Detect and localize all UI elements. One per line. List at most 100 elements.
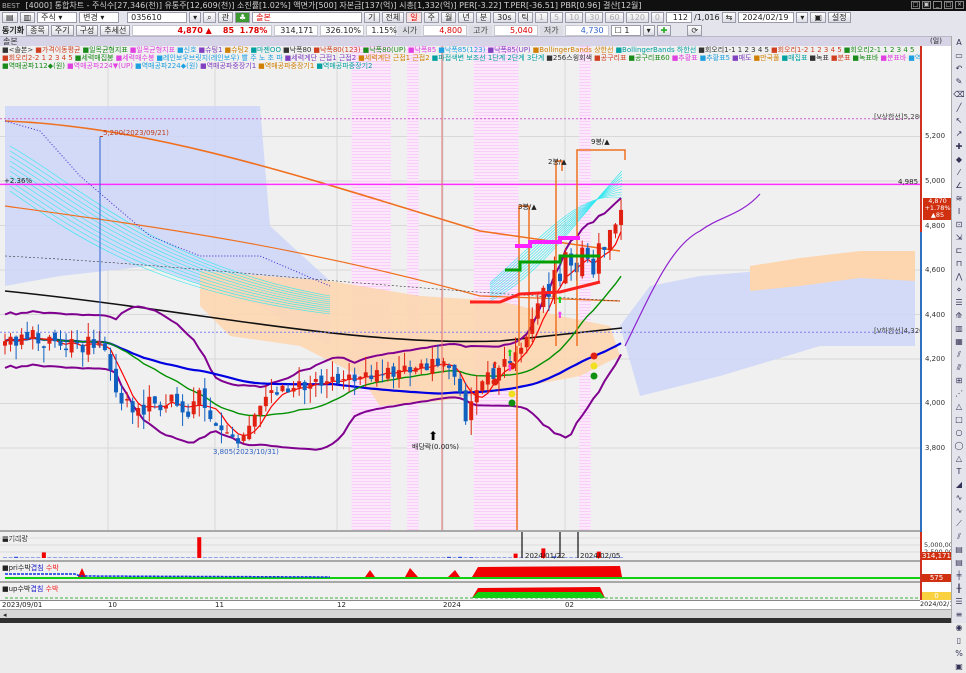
period-daily[interactable]: 일 [406,12,421,23]
period-minute[interactable]: 분 [476,12,491,23]
volume-panel[interactable]: ■거래량 2024/01/22 2024/02/05 [0,530,920,560]
drawing-tool-icon[interactable]: ⋄ [956,283,961,296]
drawing-tool-icon[interactable]: ⋰ [955,387,963,400]
price-chart[interactable]: ⬆⬆⬆⬆⬆⬆ +2.36% 5,200(2023/09/21) 3,805(20… [0,46,920,530]
drawing-tool-icon[interactable]: ∿ [956,504,963,517]
drawing-tool-icon[interactable]: ◆ [956,153,962,166]
minimize-icon[interactable]: _ [933,1,942,9]
drawing-tool-icon[interactable]: ╫ [957,582,962,595]
legend-item[interactable]: ■역매공파112▼(UP) [908,54,920,62]
drawing-tool-icon[interactable]: ∠ [955,179,962,192]
period-tick[interactable]: 틱 [518,12,533,23]
legend-item[interactable]: ■낙폭85 [408,46,436,54]
all-button[interactable]: 전체 [382,12,405,23]
price-axis[interactable]: 5,200 5,000 4,800 4,600 4,400 4,200 4,00… [920,46,951,600]
save-layout-icon[interactable]: ▥ [20,12,36,23]
legend-item[interactable]: ■세력계단 근접1 근접2 [358,54,430,62]
drawing-tool-icon[interactable]: ↗ [956,127,963,140]
drawing-tool-icon[interactable]: ⊓ [956,257,962,270]
add-chart-icon[interactable]: ✚ [657,25,672,36]
maximize-icon[interactable]: □ [944,1,953,9]
legend-item[interactable]: ■가격이동평균 [35,46,80,54]
legend-item[interactable]: ■슈팅1 [199,46,223,54]
chart-count-select[interactable]: ☐ 1 [611,25,641,36]
legend-item[interactable]: ■<솔본> [2,46,33,54]
minute-10[interactable]: 10 [565,12,583,23]
drawing-tool-icon[interactable]: △ [956,452,962,465]
drawing-tool-icon[interactable]: ○ [956,426,963,439]
legend-item[interactable]: ■분표 [831,54,851,62]
drawing-tool-icon[interactable]: ↶ [956,62,963,75]
drawing-tool-icon[interactable]: ╱ [957,101,962,114]
legend-item[interactable]: ■공구리표 [594,54,626,62]
gi-button[interactable]: 기 [364,12,379,23]
drawing-tool-icon[interactable]: ▯ [957,634,961,647]
legend-item[interactable]: ■역매공파중장기1 [258,62,314,70]
bar-count-input[interactable]: 112 [666,12,692,23]
legend-item[interactable]: ■마젠OO [250,46,281,54]
related-button[interactable]: 관 [218,12,233,23]
layout-icon[interactable]: ▤ [2,12,18,23]
font-tool-icon[interactable]: A [956,36,961,49]
change-select[interactable]: 변경 ▾ [79,12,119,23]
legend-item[interactable]: ■역매공파224◆(원) [135,62,198,70]
legend-item[interactable]: ■낙폭80(UP) [363,46,406,54]
drawing-tool-icon[interactable]: ⁄ [958,166,959,179]
legend-item[interactable]: ■녹표 [809,54,829,62]
drawing-tool-icon[interactable]: ╪ [957,569,962,582]
settings-button[interactable]: 설정 [828,12,851,23]
drawing-tool-icon[interactable]: Ⅰ [958,205,960,218]
drawing-tool-icon[interactable]: ∿ [956,491,963,504]
drawing-tool-icon[interactable]: ⌫ [953,88,964,101]
legend-item[interactable]: ■일목균형지표 [83,46,128,54]
refresh-icon[interactable]: ⟳ [687,25,702,36]
legend-item[interactable]: ■역매공파112◆(원) [2,62,65,70]
legend-item[interactable]: ■공구리표60 [628,54,669,62]
legend-item[interactable]: ■낙폭85(UP) [487,46,530,54]
legend-item[interactable]: ■회오리2-2 1 2 3 4 5 [2,54,73,62]
period-yearly[interactable]: 년 [458,12,473,23]
drawing-tool-icon[interactable]: ▤ [955,556,963,569]
legend-item[interactable]: ■슈팅2 [224,46,248,54]
code-dropdown-icon[interactable]: ▾ [189,12,201,23]
legend-item[interactable]: ■BollingerBands 상한선 [533,46,614,54]
close-icon[interactable]: × [955,1,964,9]
drawing-tool-icon[interactable]: ⫽ [957,348,961,361]
stock-name-field[interactable]: 솔본 [252,12,362,23]
drawing-tool-icon[interactable]: ↖ [956,114,963,127]
legend-item[interactable]: ■256스윙회색 [546,54,592,62]
period-weekly[interactable]: 주 [424,12,439,23]
legend-item[interactable]: ■분표바 [880,54,906,62]
calendar-icon[interactable]: ▾ [796,12,808,23]
period-button[interactable]: 주기 [51,25,74,36]
drawing-tool-icon[interactable]: ⊡ [956,218,963,231]
drawing-tool-icon[interactable]: ⫻ [957,361,962,374]
legend-item[interactable]: ■녹표바 [852,54,878,62]
legend-item[interactable]: ■매집표 [781,54,807,62]
legend-item[interactable]: ■신호 [177,46,197,54]
chart-scrollbar[interactable]: ◂ [0,609,951,618]
date-link-icon[interactable]: ⇆ [722,12,737,23]
legend-item[interactable]: ■매도 [732,54,752,62]
legend-item[interactable]: ■세력매수봉 [116,54,155,62]
legend-item[interactable]: ■낙폭85(123) [438,46,485,54]
pri-melon-panel[interactable]: ■pri수박겹침 수박 [0,560,920,581]
drawing-tool-icon[interactable]: ⋀ [956,270,963,283]
drawing-tool-icon[interactable]: ✎ [956,75,963,88]
legend-item[interactable]: ■추황표 [672,54,698,62]
period-monthly[interactable]: 월 [441,12,456,23]
drawing-tool-icon[interactable]: ◢ [956,478,962,491]
drawing-tool-icon[interactable]: ⟰ [956,309,963,322]
legend-item[interactable]: ■회오리2-1 1 2 3 4 5 [844,46,915,54]
drawing-tool-icon[interactable]: ≡ [956,608,963,621]
date-input[interactable]: 2024/02/19 [738,12,794,23]
legend-item[interactable]: ■일목균형지표 [130,46,175,54]
chart-count-dropdown-icon[interactable]: ▾ [643,25,655,36]
drawing-tool-icon[interactable]: ⫽ [957,530,961,543]
window-option-icon[interactable]: □ [911,1,920,9]
drawing-tool-icon[interactable]: □ [955,413,963,426]
legend-item[interactable]: ■낙폭80(123) [313,46,360,54]
legend-item[interactable]: ■회오리1-1 1 2 3 4 5 [698,46,769,54]
trendline-button[interactable]: 추세선 [100,25,130,36]
minute-30[interactable]: 30 [585,12,603,23]
